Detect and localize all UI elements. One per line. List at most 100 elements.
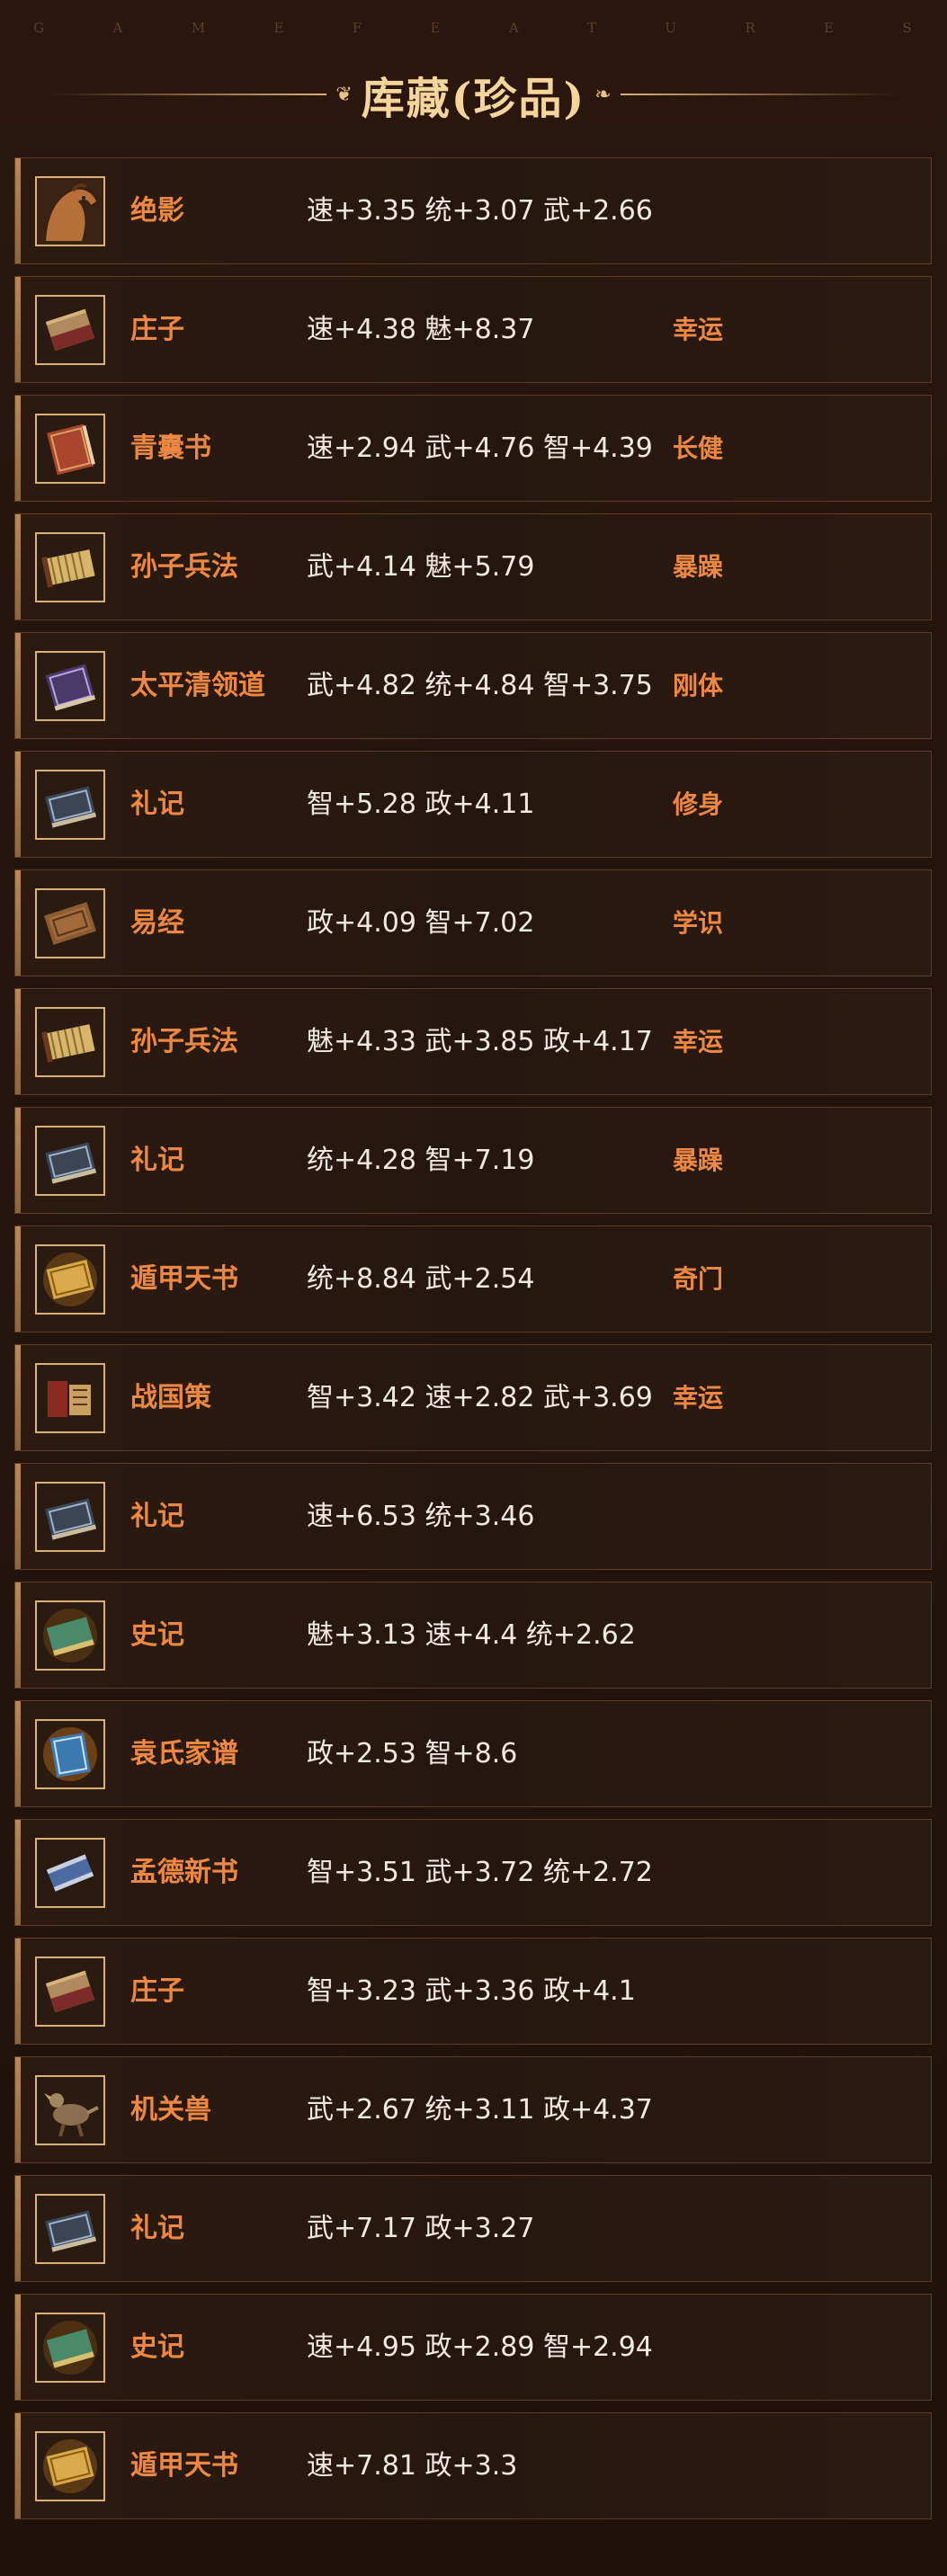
title-divider-right	[620, 94, 899, 95]
item-stats: 武+4.82 统+4.84 智+3.75	[307, 670, 653, 701]
item-stats: 政+2.53 智+8.6	[307, 1738, 518, 1769]
subtitle-letter: F	[352, 20, 364, 36]
item-stats: 智+3.51 武+3.72 统+2.72	[307, 1857, 653, 1888]
red-book-icon	[35, 414, 105, 484]
item-trait: 学识	[673, 908, 724, 938]
item-trait: 暴躁	[673, 552, 724, 582]
item-name: 绝影	[130, 195, 184, 227]
subtitle-letter: T	[587, 20, 599, 36]
subtitle-letters: G A M E F E A T U R E S	[0, 20, 947, 36]
bamboo-slip-icon	[35, 1007, 105, 1077]
treasure-row[interactable]: 绝影 速+3.35 统+3.07 武+2.66	[14, 157, 932, 264]
horse-icon	[35, 176, 105, 246]
item-stats: 魅+4.33 武+3.85 政+4.17	[307, 1026, 653, 1057]
item-name: 礼记	[130, 1145, 184, 1176]
item-trait: 长健	[673, 433, 724, 463]
subtitle-letter: E	[273, 20, 286, 36]
scroll-stack-icon	[35, 1363, 105, 1433]
treasure-row[interactable]: 礼记 武+7.17 政+3.27	[14, 2175, 932, 2282]
item-stats: 武+4.14 魅+5.79	[307, 551, 535, 583]
golden-book-icon	[35, 1244, 105, 1315]
subtitle-letter: U	[665, 20, 679, 36]
item-stats: 智+5.28 政+4.11	[307, 789, 535, 820]
mechanical-beast-icon	[35, 2075, 105, 2145]
item-name: 机关兽	[130, 2094, 211, 2126]
item-name: 孟德新书	[130, 1857, 238, 1888]
treasure-row[interactable]: 孟德新书 智+3.51 武+3.72 统+2.72	[14, 1819, 932, 1926]
item-stats: 智+3.42 速+2.82 武+3.69	[307, 1382, 653, 1413]
item-trait: 修身	[673, 789, 724, 819]
subtitle-letter: M	[191, 20, 208, 36]
treasure-row[interactable]: 礼记 统+4.28 智+7.19 暴躁	[14, 1107, 932, 1214]
item-name: 孙子兵法	[130, 551, 238, 583]
item-name: 礼记	[130, 1501, 184, 1532]
treasure-row[interactable]: 孙子兵法 武+4.14 魅+5.79 暴躁	[14, 513, 932, 620]
page-header: G A M E F E A T U R E S ❦ 库藏(珍品) ❧	[0, 0, 947, 157]
treasure-row[interactable]: 庄子 速+4.38 魅+8.37 幸运	[14, 276, 932, 383]
item-stats: 统+4.28 智+7.19	[307, 1145, 535, 1176]
treasure-row[interactable]: 史记 魅+3.13 速+4.4 统+2.62	[14, 1582, 932, 1689]
item-trait: 幸运	[673, 315, 724, 344]
bamboo-slip-icon	[35, 532, 105, 602]
golden-book-icon	[35, 2431, 105, 2501]
treasure-row[interactable]: 袁氏家谱 政+2.53 智+8.6	[14, 1700, 932, 1807]
subtitle-letter: G	[33, 20, 47, 36]
treasure-row[interactable]: 庄子 智+3.23 武+3.36 政+4.1	[14, 1938, 932, 2045]
treasure-row[interactable]: 战国策 智+3.42 速+2.82 武+3.69 幸运	[14, 1344, 932, 1451]
ornament-right-icon: ❧	[594, 83, 612, 106]
item-stats: 政+4.09 智+7.02	[307, 907, 535, 939]
item-trait: 幸运	[673, 1027, 724, 1056]
item-stats: 智+3.23 武+3.36 政+4.1	[307, 1975, 636, 2007]
dark-book-icon	[35, 770, 105, 840]
item-trait: 刚体	[673, 671, 724, 700]
green-book-icon	[35, 2313, 105, 2383]
dark-book-icon	[35, 1126, 105, 1196]
purple-book-icon	[35, 651, 105, 721]
ornament-left-icon: ❦	[335, 83, 353, 106]
treasure-row[interactable]: 太平清领道 武+4.82 统+4.84 智+3.75 刚体	[14, 632, 932, 739]
dark-book-icon	[35, 1482, 105, 1552]
item-stats: 武+7.17 政+3.27	[307, 2213, 535, 2244]
page-title: 库藏(珍品)	[361, 74, 586, 124]
treasure-row[interactable]: 礼记 智+5.28 政+4.11 修身	[14, 751, 932, 858]
scroll-book-icon	[35, 295, 105, 365]
treasure-row[interactable]: 遁甲天书 速+7.81 政+3.3	[14, 2412, 932, 2519]
item-stats: 速+4.95 政+2.89 智+2.94	[307, 2331, 653, 2363]
treasure-row[interactable]: 青囊书 速+2.94 武+4.76 智+4.39 长健	[14, 395, 932, 502]
subtitle-letter: A	[112, 20, 125, 36]
item-name: 史记	[130, 1619, 184, 1651]
blue-book-icon	[35, 1719, 105, 1789]
item-name: 战国策	[130, 1382, 211, 1413]
item-stats: 魅+3.13 速+4.4 统+2.62	[307, 1619, 636, 1651]
item-name: 礼记	[130, 2213, 184, 2244]
item-name: 庄子	[130, 314, 184, 345]
item-name: 易经	[130, 907, 184, 939]
item-stats: 武+2.67 统+3.11 政+4.37	[307, 2094, 653, 2126]
subtitle-letter: S	[902, 20, 914, 36]
item-name: 庄子	[130, 1975, 184, 2007]
treasure-row[interactable]: 机关兽 武+2.67 统+3.11 政+4.37	[14, 2056, 932, 2163]
subtitle-letter: E	[824, 20, 836, 36]
item-name: 青囊书	[130, 432, 211, 464]
title-divider-left	[48, 94, 327, 95]
treasure-row[interactable]: 易经 政+4.09 智+7.02 学识	[14, 869, 932, 976]
item-trait: 暴躁	[673, 1145, 724, 1175]
item-stats: 速+4.38 魅+8.37	[307, 314, 535, 345]
wood-board-icon	[35, 888, 105, 958]
item-stats: 统+8.84 武+2.54	[307, 1263, 535, 1295]
scroll-book-icon	[35, 1957, 105, 2027]
item-trait: 幸运	[673, 1383, 724, 1413]
subtitle-letter: A	[508, 20, 521, 36]
treasure-row[interactable]: 孙子兵法 魅+4.33 武+3.85 政+4.17 幸运	[14, 988, 932, 1095]
treasure-row[interactable]: 礼记 速+6.53 统+3.46	[14, 1463, 932, 1570]
treasure-row[interactable]: 史记 速+4.95 政+2.89 智+2.94	[14, 2294, 932, 2401]
green-book-icon	[35, 1600, 105, 1671]
item-stats: 速+2.94 武+4.76 智+4.39	[307, 432, 653, 464]
treasure-row[interactable]: 遁甲天书 统+8.84 武+2.54 奇门	[14, 1226, 932, 1333]
item-trait: 奇门	[673, 1264, 724, 1294]
item-name: 遁甲天书	[130, 1263, 238, 1295]
item-name: 孙子兵法	[130, 1026, 238, 1057]
item-stats: 速+7.81 政+3.3	[307, 2450, 518, 2482]
subtitle-letter: E	[430, 20, 442, 36]
subtitle-letter: R	[745, 20, 757, 36]
